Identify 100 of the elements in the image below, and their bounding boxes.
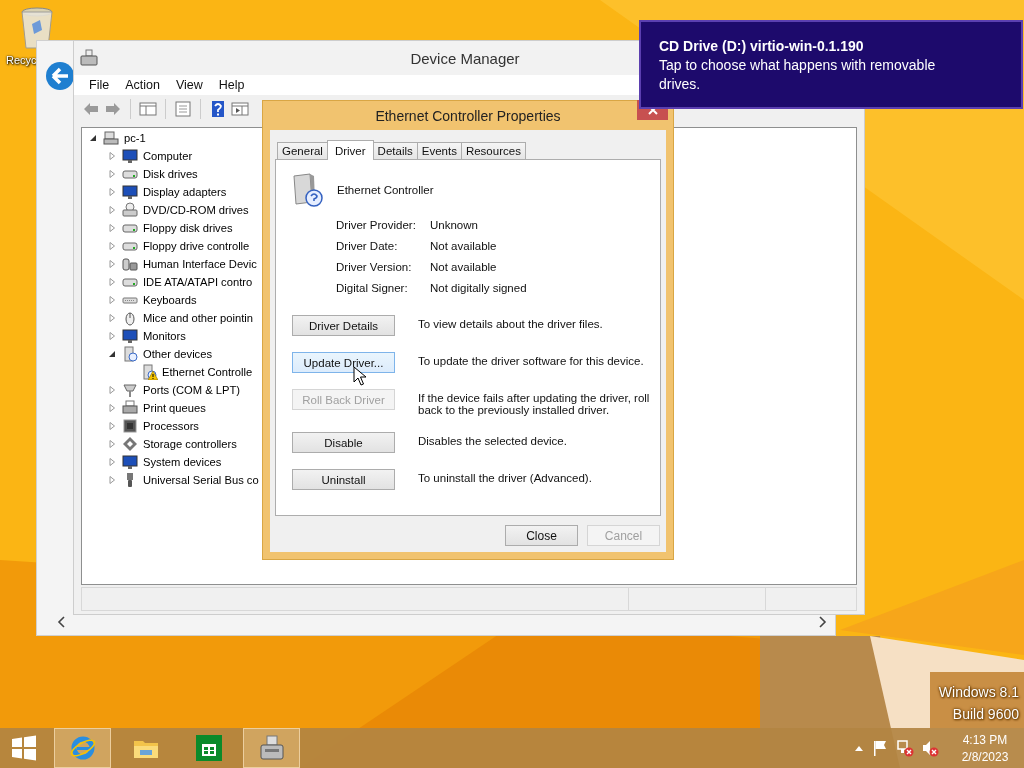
monitor-icon: [122, 184, 138, 200]
cursor-icon: [353, 366, 367, 386]
scroll-left-icon[interactable]: [57, 616, 67, 628]
tab[interactable]: Events: [416, 142, 462, 159]
notification-toast[interactable]: CD Drive (D:) virtio-win-0.1.190 Tap to choose what happens with removable drives.: [639, 20, 1023, 109]
tree-item[interactable]: Display adapters: [143, 186, 227, 198]
forward-arrow-icon[interactable]: [104, 100, 122, 118]
scroll-right-icon[interactable]: [817, 616, 827, 628]
action-description: To update the driver software for this device.: [418, 354, 645, 367]
tree-item[interactable]: Monitors: [143, 330, 186, 342]
window-title: Device Manager: [410, 49, 520, 67]
collapsed-arrow-icon[interactable]: [108, 422, 116, 430]
monitor-icon: [122, 148, 138, 164]
tab[interactable]: Details: [372, 142, 418, 159]
tree-item[interactable]: Storage controllers: [143, 438, 237, 450]
store-icon: [194, 734, 223, 762]
field-value: Not digitally signed: [430, 282, 528, 294]
collapsed-arrow-icon[interactable]: [108, 224, 116, 232]
start-button[interactable]: [11, 735, 37, 761]
collapsed-arrow-icon[interactable]: [108, 170, 116, 178]
os-version-text: Windows 8.1: [938, 684, 1019, 700]
tree-item[interactable]: System devices: [143, 456, 222, 468]
printer-icon: [122, 400, 138, 416]
notification-message: Tap to choose what happens with removable drives.: [659, 56, 937, 94]
collapsed-arrow-icon[interactable]: [108, 314, 116, 322]
field-label: Driver Version:: [336, 261, 413, 273]
tree-item[interactable]: Ethernet Controlle: [162, 366, 253, 378]
tree-item[interactable]: Computer: [143, 150, 193, 162]
tree-item[interactable]: Print queues: [143, 402, 206, 414]
device-name: Ethernet Controller: [337, 184, 434, 196]
port-icon: [122, 382, 138, 398]
browser-icon: [68, 734, 97, 762]
tree-item[interactable]: Floppy drive controlle: [143, 240, 250, 252]
taskbar-button[interactable]: [243, 728, 300, 768]
computer-icon: [103, 130, 119, 146]
collapsed-arrow-icon[interactable]: [108, 296, 116, 304]
collapsed-arrow-icon[interactable]: [108, 260, 116, 268]
field-value: Unknown: [430, 219, 479, 231]
os-version-text: Build 9600: [952, 706, 1019, 722]
menu-item[interactable]: View: [175, 78, 203, 92]
action-button[interactable]: Driver Details: [292, 315, 395, 336]
expanded-arrow-icon[interactable]: [89, 134, 97, 142]
collapsed-arrow-icon[interactable]: [108, 458, 116, 466]
collapsed-arrow-icon[interactable]: [108, 206, 116, 214]
collapsed-arrow-icon[interactable]: [108, 188, 116, 196]
device-icon: [290, 172, 324, 208]
collapsed-arrow-icon[interactable]: [108, 332, 116, 340]
action-description: Disables the selected device.: [418, 434, 568, 447]
field-label: Driver Provider:: [336, 219, 417, 231]
computer-icon: [80, 49, 98, 67]
menu-item[interactable]: Help: [218, 78, 245, 92]
tree-item[interactable]: Processors: [143, 420, 199, 432]
disc-drive-icon: [122, 202, 138, 218]
tree-item[interactable]: Other devices: [143, 348, 213, 360]
tree-item[interactable]: Human Interface Devic: [143, 258, 257, 270]
gamepad-icon: [122, 256, 138, 272]
speaker-icon[interactable]: [921, 739, 939, 757]
expanded-arrow-icon[interactable]: [108, 350, 116, 358]
menu-item[interactable]: Action: [125, 78, 160, 92]
storage-icon: [122, 436, 138, 452]
collapsed-arrow-icon[interactable]: [108, 278, 116, 286]
action-description: If the device fails after updating the driver, roll back to the previously installed driver.: [418, 391, 651, 416]
collapsed-arrow-icon[interactable]: [108, 476, 116, 484]
tree-item[interactable]: Mice and other pointin: [143, 312, 254, 324]
tree-item[interactable]: pc-1: [124, 132, 146, 144]
tab[interactable]: Driver: [326, 140, 374, 160]
action-description: To uninstall the driver (Advanced).: [418, 471, 593, 484]
tree-item[interactable]: Disk drives: [143, 168, 198, 180]
action-button[interactable]: Uninstall: [292, 469, 395, 490]
collapsed-arrow-icon[interactable]: [108, 440, 116, 448]
collapsed-arrow-icon[interactable]: [108, 404, 116, 412]
notification-title: CD Drive (D:) virtio-win-0.1.190: [659, 37, 865, 56]
collapsed-arrow-icon[interactable]: [108, 386, 116, 394]
network-icon[interactable]: [896, 739, 914, 757]
collapsed-arrow-icon[interactable]: [108, 152, 116, 160]
field-label: Driver Date:: [336, 240, 399, 252]
tree-item[interactable]: IDE ATA/ATAPI contro: [143, 276, 253, 288]
tree-item[interactable]: Floppy disk drives: [143, 222, 233, 234]
tree-item[interactable]: Universal Serial Bus co: [143, 474, 259, 486]
menu-item[interactable]: File: [89, 78, 110, 92]
action-description: To view details about the driver files.: [418, 317, 604, 330]
properties-icon[interactable]: [174, 100, 192, 118]
collapsed-arrow-icon[interactable]: [108, 242, 116, 250]
caret-icon[interactable]: [854, 744, 864, 752]
dialog-button[interactable]: Close: [505, 525, 578, 546]
monitor-icon: [122, 328, 138, 344]
tab[interactable]: General: [277, 142, 328, 159]
action-button[interactable]: Update Driver...: [292, 352, 395, 373]
flag-icon[interactable]: [871, 739, 889, 757]
taskbar-button[interactable]: [54, 728, 111, 768]
tree-item[interactable]: Ports (COM & LPT): [143, 384, 240, 396]
tree-item[interactable]: DVD/CD-ROM drives: [143, 204, 249, 216]
action-button[interactable]: Disable: [292, 432, 395, 453]
tree-item[interactable]: Keyboards: [143, 294, 197, 306]
monitor-icon: [122, 454, 138, 470]
window-icon[interactable]: [139, 100, 157, 118]
help-icon[interactable]: [209, 100, 227, 118]
field-value: Not available: [430, 261, 498, 273]
tab[interactable]: Resources: [460, 142, 526, 159]
window-icon[interactable]: [231, 100, 249, 118]
